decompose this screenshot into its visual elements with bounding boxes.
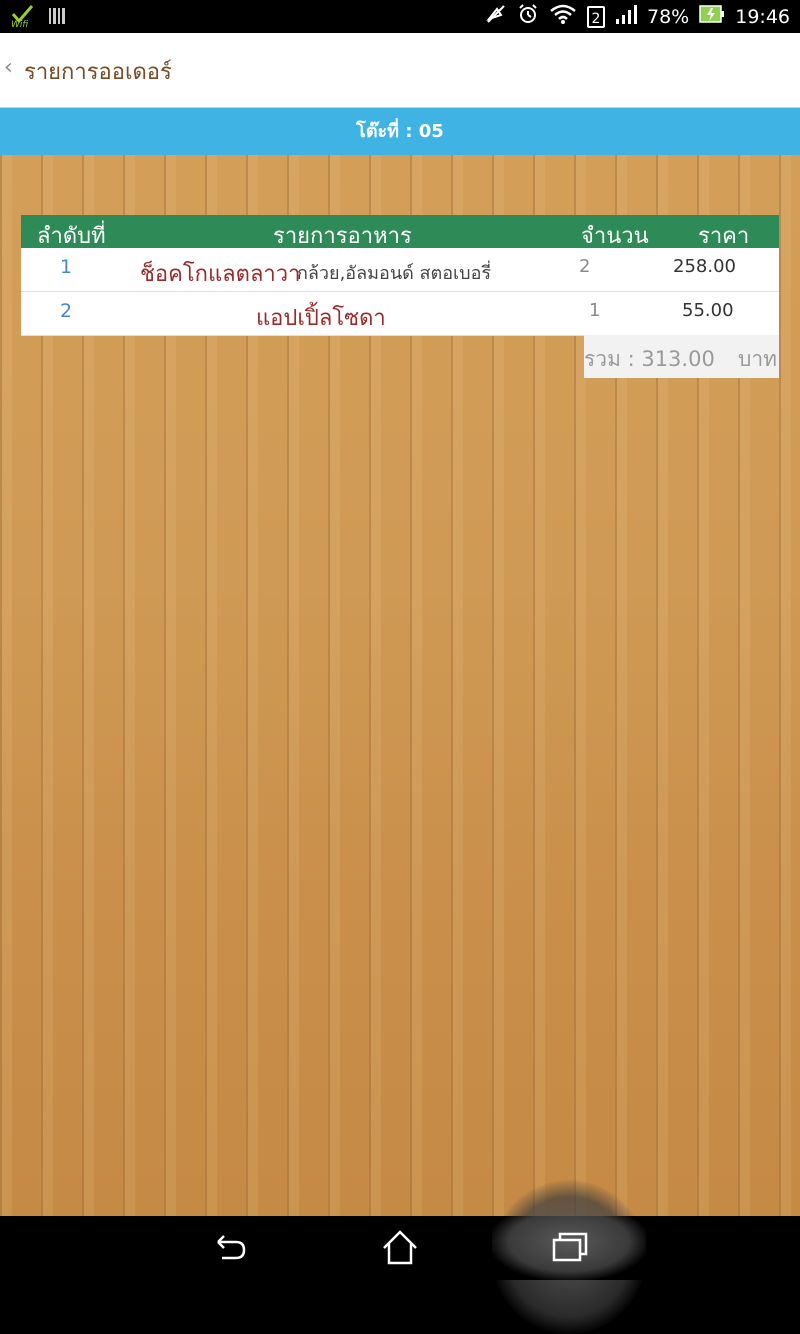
item-qty: 1 [589,300,601,321]
item-name: ช็อคโกแลตลาวา [140,262,301,287]
table-number-label: โต๊ะที่ : 05 [356,121,444,142]
battery-percent: 78% [647,5,690,28]
mute-icon [485,3,507,30]
alarm-icon [517,3,539,30]
recent-apps-icon[interactable] [550,1228,590,1268]
wifi-icon [549,3,577,30]
clock: 19:46 [735,5,790,28]
row-no: 2 [60,300,73,322]
total-unit: บาท [738,347,777,371]
barcode-icon [48,6,66,30]
page-title[interactable]: รายการออเดอร์ [24,54,172,89]
item-price: 55.00 [682,300,734,321]
signal-icon [615,3,637,30]
svg-text:Wifi: Wifi [11,20,28,28]
table-row[interactable]: 1 ช็อคโกแลตลาวา กล้วย,อัลมอนด์ สตอเบอรี่… [21,248,779,292]
item-name: แอปเปิ้ลโซดา [256,306,386,331]
back-chevron-icon[interactable]: ‹ [4,55,13,80]
table-number-bar: โต๊ะที่ : 05 [0,108,800,155]
home-icon[interactable] [380,1228,420,1268]
item-qty: 2 [579,256,591,277]
total-amount: รวม : 313.00 [584,347,715,371]
order-table: ลำดับที่ รายการอาหาร จำนวน ราคา 1 ช็อคโก… [21,215,779,336]
battery-charging-icon [699,4,725,29]
back-icon[interactable] [210,1228,250,1268]
wifi-check-icon: Wifi [10,4,36,32]
action-bar: ‹ รายการออเดอร์ [0,33,800,108]
order-total: รวม : 313.00 บาท [584,335,779,378]
row-no: 1 [60,256,73,278]
item-price: 258.00 [673,256,736,277]
navbar-right-bg [646,1216,800,1280]
item-options: กล้วย,อัลมอนด์ สตอเบอรี่ [297,263,492,284]
sim-icon: 2 [587,5,605,28]
table-row[interactable]: 2 แอปเปิ้ลโซดา 1 55.00 [21,292,779,336]
order-table-header: ลำดับที่ รายการอาหาร จำนวน ราคา [21,215,779,249]
status-bar: Wifi 2 78% 19:46 [0,0,800,33]
